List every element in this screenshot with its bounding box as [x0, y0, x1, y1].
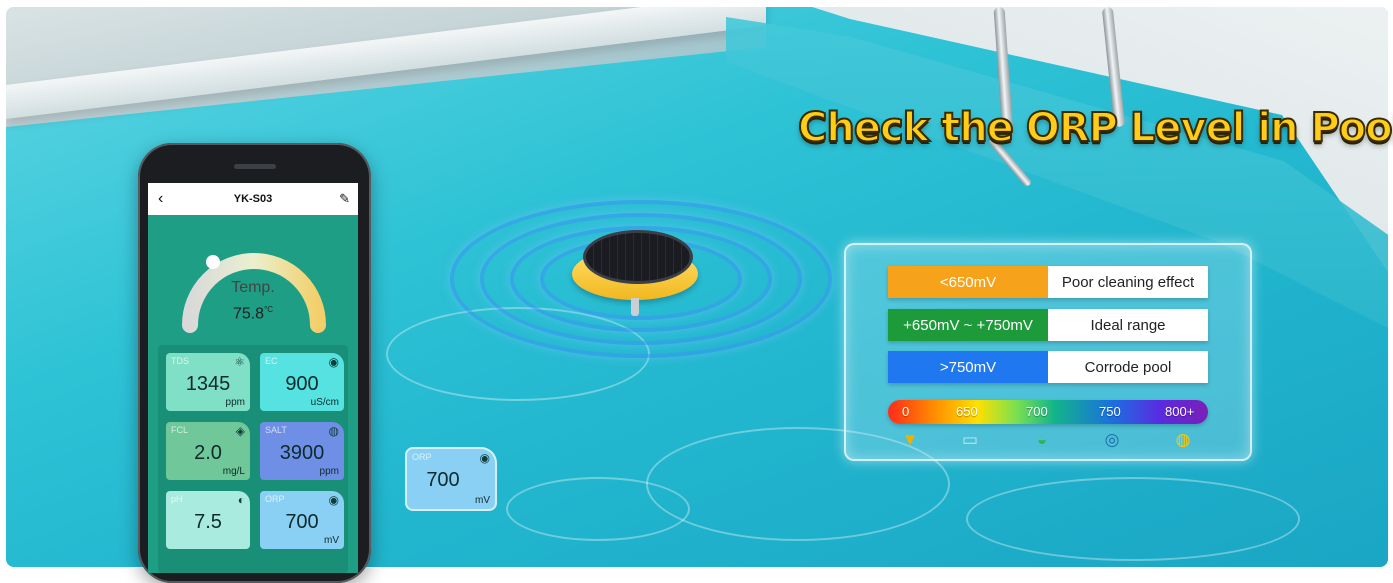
- edit-icon[interactable]: ✎: [339, 191, 350, 207]
- scale-label: 700: [1026, 404, 1048, 419]
- molecule-icon: ⚛: [234, 355, 245, 369]
- tile-value: 700: [285, 511, 319, 533]
- metric-tile-ec[interactable]: EC ◉ 900 uS/cm: [260, 353, 344, 411]
- tile-grid: TDS ⚛ 1345 ppm EC ◉ 900 uS/cm FCL ◈ 2.0 …: [158, 345, 348, 573]
- orp-range-tag: >750mV: [888, 351, 1048, 383]
- orp-color-scale: 0 650 700 750 800+: [888, 400, 1208, 424]
- tile-label: pH: [171, 494, 183, 504]
- bucket-icon: ▼: [901, 430, 919, 449]
- orp-range-row: +650mV ~ +750mV Ideal range: [888, 309, 1208, 341]
- phone-screen: ‹ YK-S03 ✎ Temp. 75.8°C TDS ⚛ 1345 ppm E…: [148, 183, 358, 573]
- scale-label: 800+: [1165, 404, 1195, 419]
- tile-unit: ppm: [225, 397, 245, 408]
- orp-range-desc: Corrode pool: [1048, 351, 1208, 383]
- gauge-unit: °C: [264, 305, 274, 314]
- tile-unit: mV: [324, 535, 339, 546]
- orp-range-row: <650mV Poor cleaning effect: [888, 266, 1208, 298]
- scale-label: 0: [902, 404, 910, 419]
- headline: Check the ORP Level in Pool: [797, 104, 1393, 152]
- orp-range-row: >750mV Corrode pool: [888, 351, 1208, 383]
- metric-tile-fcl[interactable]: FCL ◈ 2.0 mg/L: [166, 422, 250, 480]
- orp-reading-chip: ORP ◉ 700 mV: [407, 449, 495, 509]
- orp-range-tag: <650mV: [888, 266, 1048, 298]
- swim-ring-icon: ◍: [1175, 430, 1191, 449]
- tile-label: ORP: [265, 494, 285, 504]
- orp-range-desc: Ideal range: [1048, 309, 1208, 341]
- metric-tile-tds[interactable]: TDS ⚛ 1345 ppm: [166, 353, 250, 411]
- leaf-icon: ◐: [237, 493, 245, 507]
- bath-icon: ◒: [1036, 430, 1048, 449]
- chip-unit: mV: [475, 495, 490, 506]
- tile-unit: uS/cm: [310, 397, 339, 408]
- tile-value: 900: [285, 373, 319, 395]
- water-caustic: [506, 477, 690, 541]
- glass-icon: ▭: [961, 430, 979, 449]
- salt-icon: ◍: [328, 424, 339, 438]
- phone-speaker: [234, 164, 276, 169]
- sensor-probe: [631, 298, 639, 316]
- chip-label: ORP: [412, 452, 432, 462]
- gauge-readout: 75.8°C: [148, 305, 358, 323]
- gauge-value: 75.8: [232, 305, 265, 323]
- orp-range-desc: Poor cleaning effect: [1048, 266, 1208, 298]
- gauge-label: Temp.: [231, 279, 275, 296]
- orp-drop-icon: ◉: [328, 493, 339, 507]
- tile-unit: mg/L: [222, 466, 245, 477]
- app-header: ‹ YK-S03 ✎: [148, 183, 358, 215]
- device-name: YK-S03: [233, 193, 273, 205]
- metric-tile-salt[interactable]: SALT ◍ 3900 ppm: [260, 422, 344, 480]
- tile-value: 1345: [185, 373, 231, 395]
- orp-level-panel: <650mV Poor cleaning effect +650mV ~ +75…: [844, 243, 1252, 461]
- chip-value: 700: [426, 469, 460, 491]
- scale-label: 650: [956, 404, 978, 419]
- orp-drop-icon: ◉: [479, 451, 490, 465]
- chlorine-drop-icon: ◈: [235, 424, 245, 438]
- tile-label: FCL: [171, 425, 189, 435]
- tile-value: 7.5: [194, 511, 222, 533]
- metric-tile-ph[interactable]: pH ◐ 7.5: [166, 491, 250, 549]
- tile-label: EC: [265, 356, 278, 366]
- metric-tile-orp[interactable]: ORP ◉ 700 mV: [260, 491, 344, 549]
- tile-label: TDS: [171, 356, 189, 366]
- back-icon[interactable]: ‹: [158, 190, 163, 208]
- solar-panel: [583, 230, 693, 284]
- tile-value: 2.0: [194, 442, 222, 464]
- lifebuoy-icon: ◎: [1104, 430, 1120, 449]
- tile-unit: ppm: [319, 466, 339, 477]
- tile-label: SALT: [265, 425, 287, 435]
- orp-range-tag: +650mV ~ +750mV: [888, 309, 1048, 341]
- drop-icon: ◉: [328, 355, 339, 369]
- scale-label: 750: [1099, 404, 1121, 419]
- water-caustic: [966, 477, 1300, 561]
- tile-value: 3900: [279, 442, 325, 464]
